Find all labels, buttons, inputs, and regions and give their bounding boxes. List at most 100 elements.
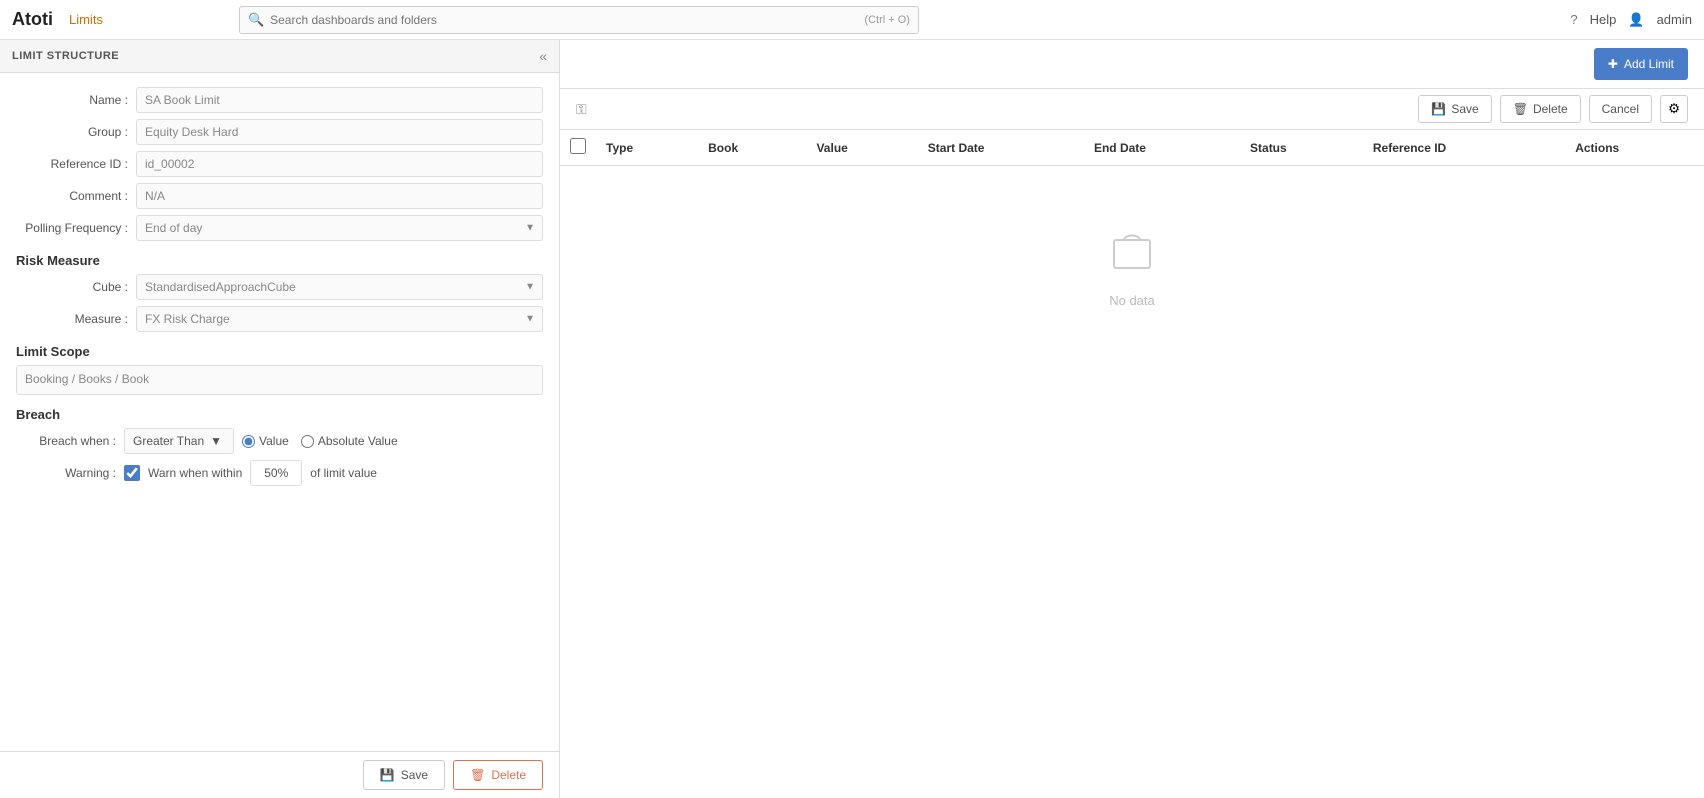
warning-row: Warning : Warn when within of limit valu… (16, 460, 543, 486)
cancel-button[interactable]: Cancel (1589, 95, 1652, 123)
table-container: Type Book Value Start Date End Date Stat… (560, 130, 1704, 798)
add-limit-label: Add Limit (1624, 57, 1674, 71)
measure-select[interactable]: FX Risk Charge (136, 306, 543, 332)
absolute-value-radio[interactable] (301, 435, 314, 448)
col-reference-id: Reference ID (1363, 130, 1565, 166)
cube-label: Cube : (16, 280, 136, 294)
help-icon: ? (1570, 12, 1577, 27)
toolbar-delete-icon: 🗑 (1513, 102, 1528, 116)
measure-select-wrap: FX Risk Charge ▼ (136, 306, 543, 332)
right-panel-top-toolbar: ✚ Add Limit (560, 40, 1704, 89)
absolute-value-radio-label: Absolute Value (318, 434, 398, 448)
search-input[interactable] (270, 13, 864, 27)
collapse-button[interactable]: « (539, 48, 547, 64)
search-bar: 🔍 (Ctrl + O) (239, 6, 919, 34)
left-panel-content: Name : Group : Reference ID : Comment : … (0, 73, 559, 751)
help-label[interactable]: Help (1590, 12, 1617, 27)
filter-icon[interactable]: ⚿ (576, 101, 587, 118)
toolbar-save-button[interactable]: 💾 Save (1418, 95, 1491, 123)
delete-button[interactable]: 🗑 Delete (453, 760, 543, 790)
value-radio[interactable] (242, 435, 255, 448)
scope-field[interactable]: Booking / Books / Book (16, 365, 543, 395)
warning-checkbox[interactable] (124, 465, 140, 481)
toolbar-save-icon: 💾 (1431, 102, 1446, 116)
group-row: Group : (16, 119, 543, 145)
breach-title: Breach (16, 407, 543, 422)
of-limit-value-label: of limit value (310, 466, 377, 480)
breach-when-value: Greater Than (133, 434, 204, 448)
search-shortcut: (Ctrl + O) (864, 14, 910, 26)
cancel-label: Cancel (1602, 102, 1639, 116)
warning-label: Warning : (16, 466, 116, 480)
col-book: Book (698, 130, 806, 166)
toolbar-save-label: Save (1451, 102, 1478, 116)
main-layout: LIMIT STRUCTURE « Name : Group : Referen… (0, 40, 1704, 798)
breach-value-type: Value Absolute Value (242, 434, 398, 448)
comment-row: Comment : (16, 183, 543, 209)
absolute-value-radio-item[interactable]: Absolute Value (301, 434, 398, 448)
add-icon: ✚ (1608, 57, 1618, 71)
cube-select-wrap: StandardisedApproachCube ▼ (136, 274, 543, 300)
user-label[interactable]: admin (1657, 12, 1692, 27)
left-panel-header: LIMIT STRUCTURE « (0, 40, 559, 73)
col-end-date: End Date (1084, 130, 1240, 166)
warn-when-within-label: Warn when within (148, 466, 242, 480)
reference-id-input[interactable] (136, 151, 543, 177)
value-radio-item[interactable]: Value (242, 434, 289, 448)
left-panel: LIMIT STRUCTURE « Name : Group : Referen… (0, 40, 560, 798)
limits-table: Type Book Value Start Date End Date Stat… (560, 130, 1704, 368)
col-actions: Actions (1565, 130, 1704, 166)
risk-measure-title: Risk Measure (16, 253, 543, 268)
breach-when-row: Breach when : Greater Than ▼ Value Absol… (16, 428, 543, 454)
breach-when-arrow-icon: ▼ (210, 434, 222, 448)
reference-id-row: Reference ID : (16, 151, 543, 177)
cube-select[interactable]: StandardisedApproachCube (136, 274, 543, 300)
group-label: Group : (16, 125, 136, 139)
user-icon: 👤 (1628, 12, 1644, 28)
value-radio-label: Value (259, 434, 289, 448)
polling-freq-select[interactable]: End of day (136, 215, 543, 241)
cube-row: Cube : StandardisedApproachCube ▼ (16, 274, 543, 300)
delete-label: Delete (491, 768, 526, 782)
name-label: Name : (16, 93, 136, 107)
no-data-label: No data (1109, 293, 1155, 308)
search-icon: 🔍 (248, 12, 264, 28)
inner-toolbar: ⚿ 💾 Save 🗑 Delete Cancel ⚙ (560, 89, 1704, 130)
measure-label: Measure : (16, 312, 136, 326)
save-label: Save (401, 768, 428, 782)
polling-freq-row: Polling Frequency : End of day ▼ (16, 215, 543, 241)
right-panel: ✚ Add Limit ⚿ 💾 Save 🗑 Delete Cancel ⚙ (560, 40, 1704, 798)
top-navigation: Atoti Limits 🔍 (Ctrl + O) ? Help 👤 admin (0, 0, 1704, 40)
select-all-checkbox[interactable] (570, 138, 586, 154)
save-button[interactable]: 💾 Save (363, 760, 445, 790)
add-limit-button[interactable]: ✚ Add Limit (1594, 48, 1688, 80)
breach-when-dropdown[interactable]: Greater Than ▼ (124, 428, 234, 454)
warning-percent-input[interactable] (250, 460, 302, 486)
save-icon: 💾 (380, 768, 395, 782)
nav-limits[interactable]: Limits (69, 12, 103, 27)
measure-row: Measure : FX Risk Charge ▼ (16, 306, 543, 332)
polling-freq-label: Polling Frequency : (16, 221, 136, 235)
polling-freq-select-wrap: End of day ▼ (136, 215, 543, 241)
name-input[interactable] (136, 87, 543, 113)
nav-right: ? Help 👤 admin (1570, 12, 1692, 28)
toolbar-delete-label: Delete (1533, 102, 1568, 116)
settings-button[interactable]: ⚙ (1660, 95, 1688, 123)
toolbar-delete-button[interactable]: 🗑 Delete (1500, 95, 1581, 123)
left-panel-footer: 💾 Save 🗑 Delete (0, 751, 559, 798)
col-type: Type (596, 130, 698, 166)
no-data-icon (1108, 226, 1156, 283)
col-start-date: Start Date (918, 130, 1084, 166)
limit-scope-title: Limit Scope (16, 344, 543, 359)
group-input[interactable] (136, 119, 543, 145)
comment-input[interactable] (136, 183, 543, 209)
delete-icon: 🗑 (470, 768, 485, 782)
no-data-area: No data (560, 166, 1704, 368)
breach-when-label: Breach when : (16, 434, 116, 448)
name-row: Name : (16, 87, 543, 113)
app-logo: Atoti (12, 9, 53, 30)
col-status: Status (1240, 130, 1363, 166)
limit-structure-title: LIMIT STRUCTURE (12, 50, 119, 62)
gear-icon: ⚙ (1668, 101, 1680, 117)
col-value: Value (806, 130, 917, 166)
